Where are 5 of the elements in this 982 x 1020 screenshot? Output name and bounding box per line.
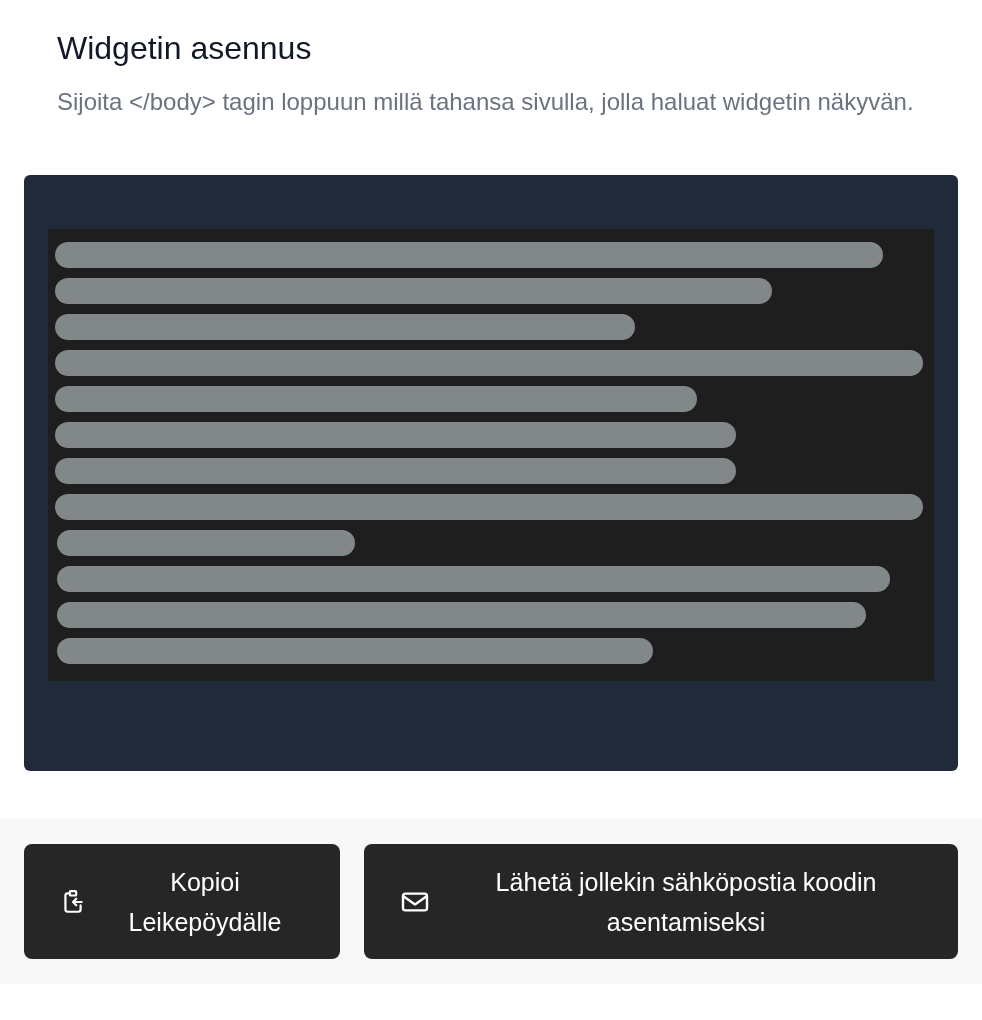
email-button[interactable]: Lähetä jollekin sähköpostia koodin asentamiseksi	[364, 844, 958, 959]
description: Sijoita </body> tagin loppuun millä tahansa sivulla, jolla haluat widgetin näkyvän.	[57, 87, 915, 117]
envelope-icon	[400, 889, 430, 914]
copy-button[interactable]: Kopioi Leikepöydälle	[24, 844, 340, 959]
section-title: Widgetin asennus	[57, 29, 313, 68]
